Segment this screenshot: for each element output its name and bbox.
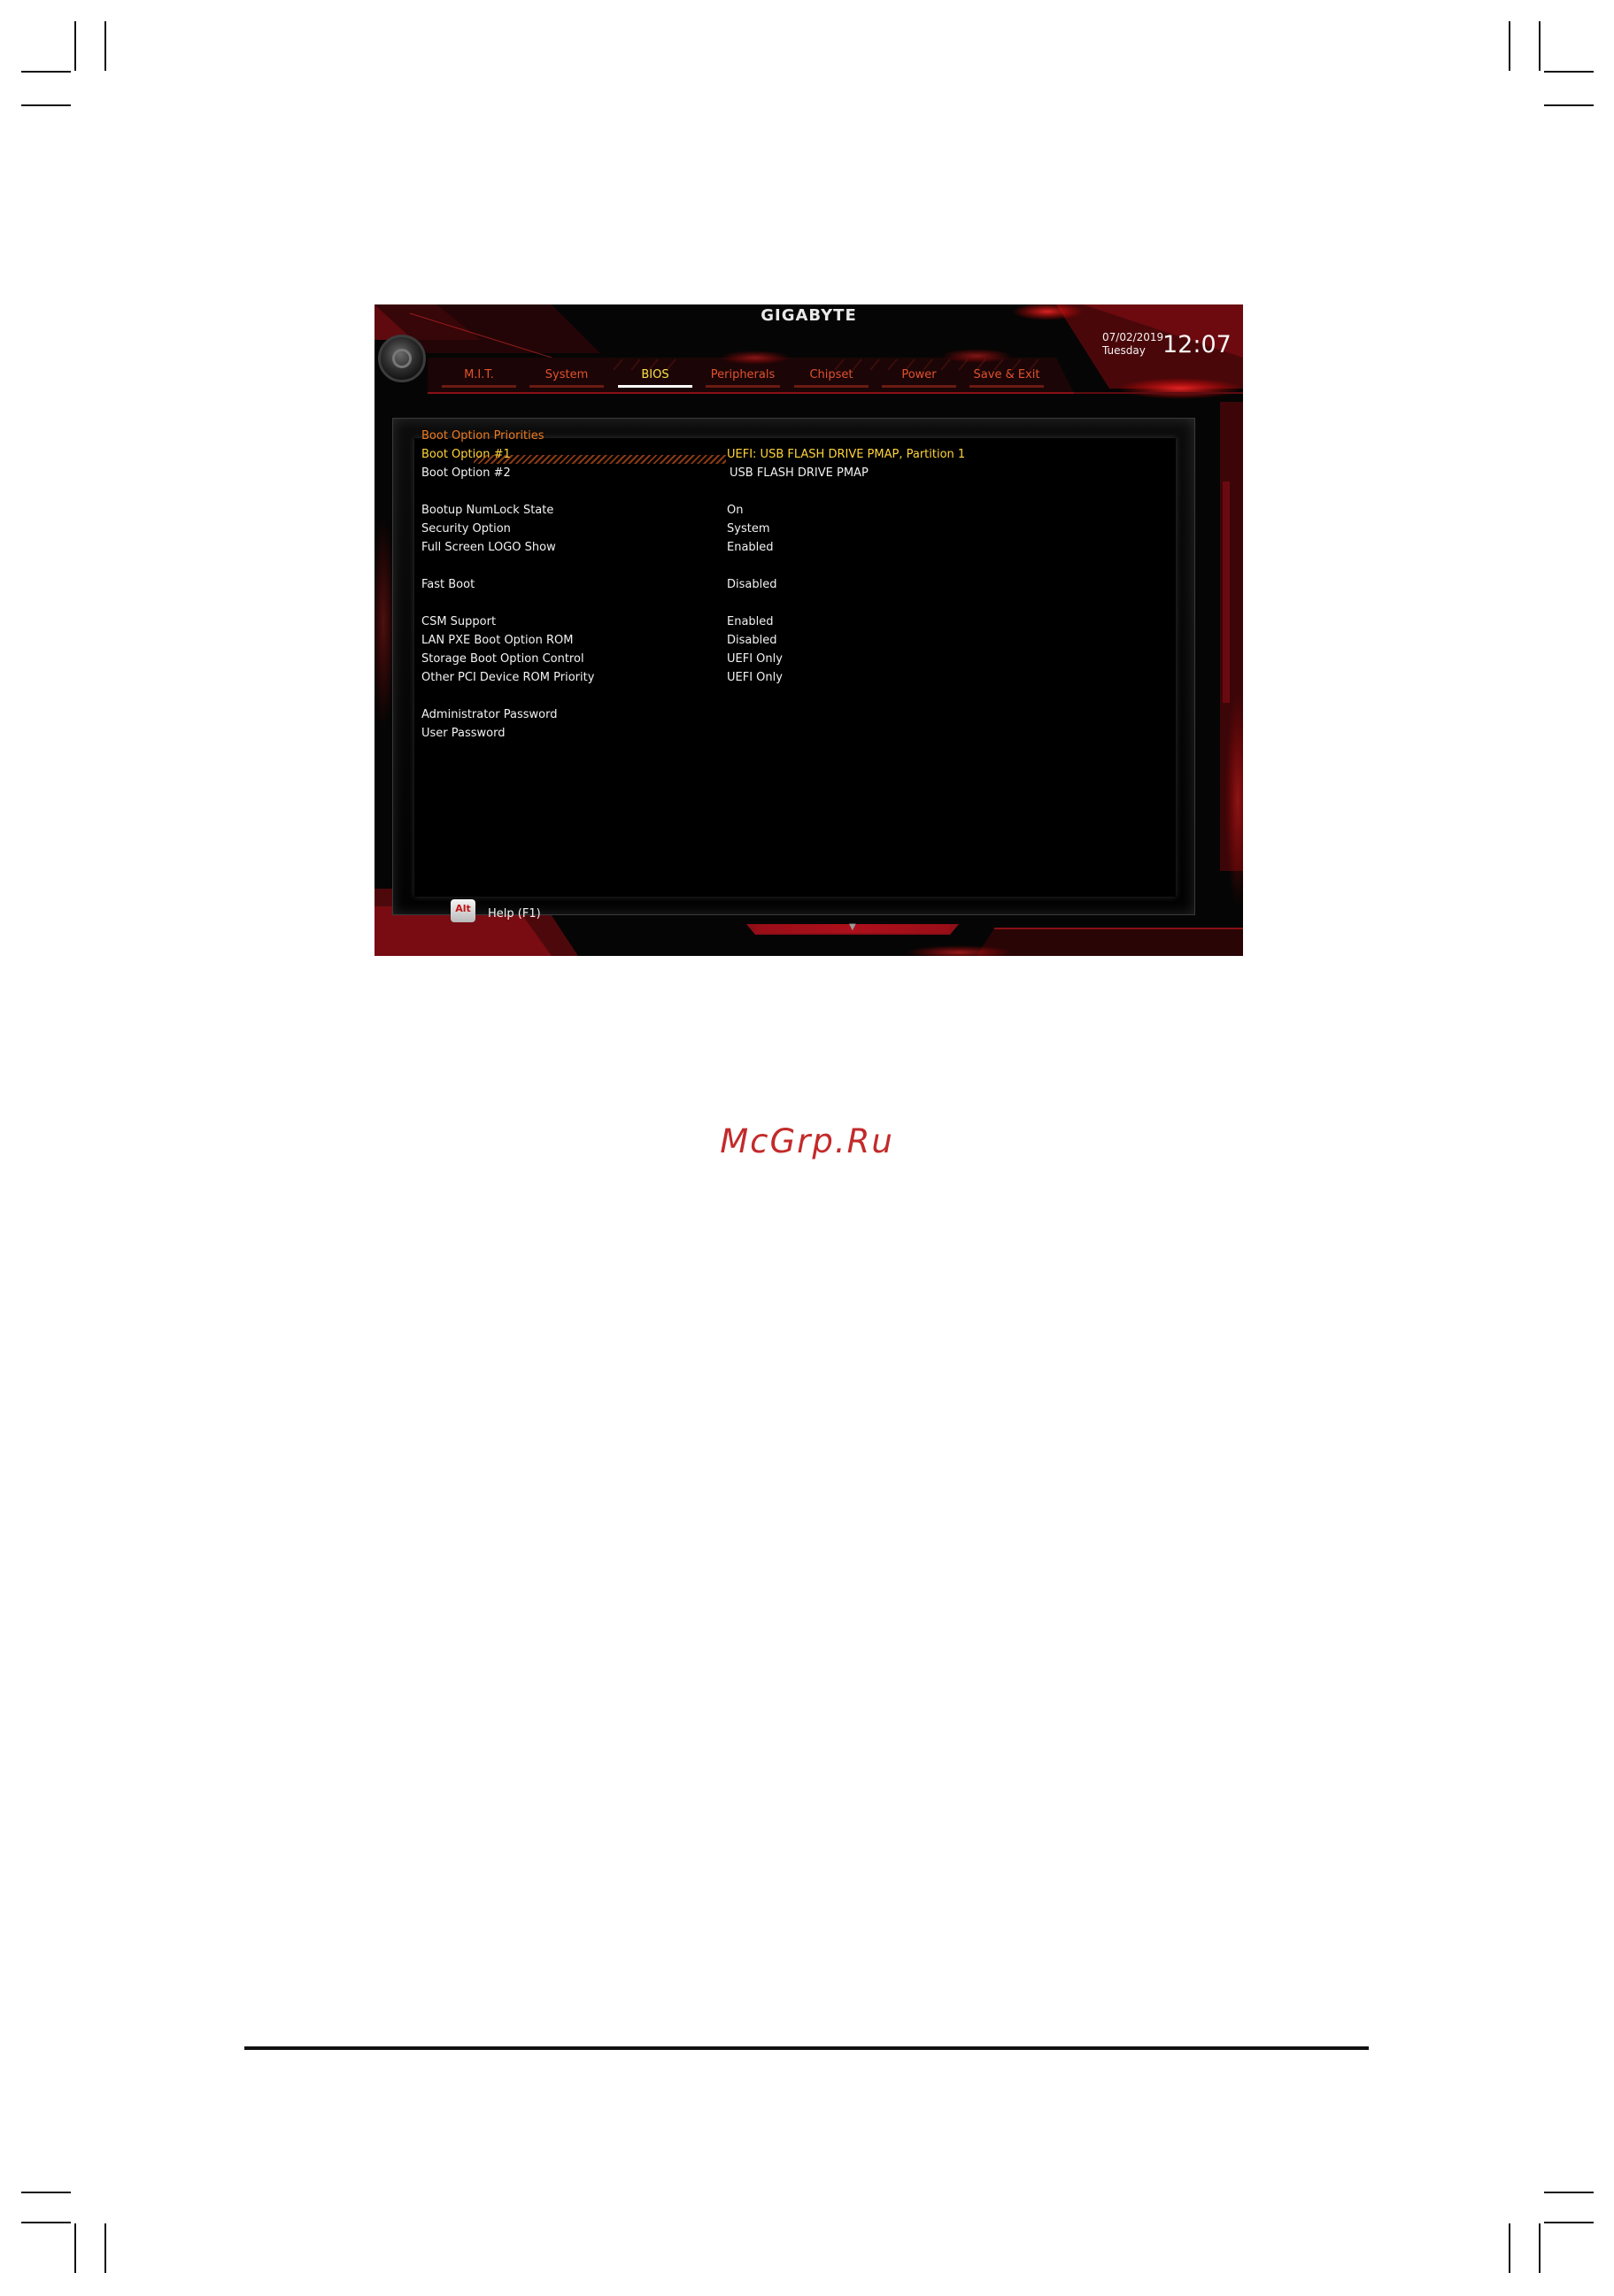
setting-value-boot-option-1[interactable]: UEFI: USB FLASH DRIVE PMAP, Partition 1	[727, 447, 965, 463]
setting-label-storage-boot[interactable]: Storage Boot Option Control	[421, 651, 584, 667]
tab-save-exit[interactable]: Save & Exit	[968, 366, 1046, 391]
help-label[interactable]: Help (F1)	[488, 906, 541, 922]
setting-label-csm-support[interactable]: CSM Support	[421, 614, 496, 630]
selection-highlight	[474, 455, 726, 464]
bios-screen: GIGABYTE M.I.T. System BIOS Peripherals …	[375, 304, 1243, 956]
alt-key-icon[interactable]: Alt	[451, 899, 475, 922]
gear-icon[interactable]	[378, 335, 426, 382]
setting-value-fast-boot[interactable]: Disabled	[727, 577, 776, 593]
setting-label-boot-option-2[interactable]: Boot Option #2	[421, 466, 511, 482]
setting-label-admin-password[interactable]: Administrator Password	[421, 707, 557, 723]
crop-mark	[1544, 104, 1594, 106]
page-footer-rule	[244, 2046, 1369, 2050]
crop-mark	[104, 2223, 106, 2273]
setting-label-lan-pxe[interactable]: LAN PXE Boot Option ROM	[421, 633, 573, 649]
setting-label-fast-boot[interactable]: Fast Boot	[421, 577, 475, 593]
date-text: 07/02/2019	[1102, 331, 1164, 343]
clock-time: 12:07	[1162, 331, 1232, 358]
setting-value-boot-option-2[interactable]: USB FLASH DRIVE PMAP	[730, 466, 869, 482]
tab-power[interactable]: Power	[880, 366, 958, 391]
tab-bios[interactable]: BIOS	[616, 366, 694, 391]
setting-label-security-option[interactable]: Security Option	[421, 521, 511, 537]
crop-mark	[21, 71, 71, 73]
scroll-down-arrow-icon[interactable]: ▼	[849, 922, 856, 932]
crop-mark	[1539, 21, 1541, 71]
setting-value-logo-show[interactable]: Enabled	[727, 540, 774, 556]
crop-mark	[1544, 2222, 1594, 2223]
crop-mark	[21, 2192, 71, 2193]
setting-value-other-pci[interactable]: UEFI Only	[727, 670, 783, 686]
watermark-text: McGrp.Ru	[720, 1122, 894, 1160]
crop-mark	[104, 21, 106, 71]
crop-mark	[1509, 2223, 1510, 2273]
setting-label-other-pci[interactable]: Other PCI Device ROM Priority	[421, 670, 594, 686]
crop-mark	[1539, 2223, 1541, 2273]
date-day: 07/02/2019 Tuesday	[1102, 331, 1163, 358]
setting-value-csm-support[interactable]: Enabled	[727, 614, 774, 630]
setting-label-user-password[interactable]: User Password	[421, 726, 506, 742]
setting-label-boot-option-1[interactable]: Boot Option #1	[421, 447, 511, 463]
setting-value-storage-boot[interactable]: UEFI Only	[727, 651, 783, 667]
tab-chipset[interactable]: Chipset	[792, 366, 870, 391]
crop-mark	[21, 2222, 71, 2223]
brand-logo: GIGABYTE	[761, 306, 857, 325]
tab-peripherals[interactable]: Peripherals	[704, 366, 782, 391]
crop-mark	[1544, 2192, 1594, 2193]
tab-system[interactable]: System	[528, 366, 606, 391]
setting-value-numlock[interactable]: On	[727, 503, 743, 519]
tab-bar: M.I.T. System BIOS Peripherals Chipset P…	[431, 366, 1044, 393]
setting-label-logo-show[interactable]: Full Screen LOGO Show	[421, 540, 556, 556]
setting-value-security-option[interactable]: System	[727, 521, 769, 537]
day-text: Tuesday	[1102, 344, 1146, 357]
crop-mark	[1544, 71, 1594, 73]
setting-label-numlock[interactable]: Bootup NumLock State	[421, 503, 553, 519]
crop-mark	[21, 104, 71, 106]
setting-value-lan-pxe[interactable]: Disabled	[727, 633, 776, 649]
crop-mark	[74, 21, 76, 71]
crop-mark	[74, 2223, 76, 2273]
tab-mit[interactable]: M.I.T.	[440, 366, 518, 391]
crop-mark	[1509, 21, 1510, 71]
section-title: Boot Option Priorities	[421, 429, 544, 443]
